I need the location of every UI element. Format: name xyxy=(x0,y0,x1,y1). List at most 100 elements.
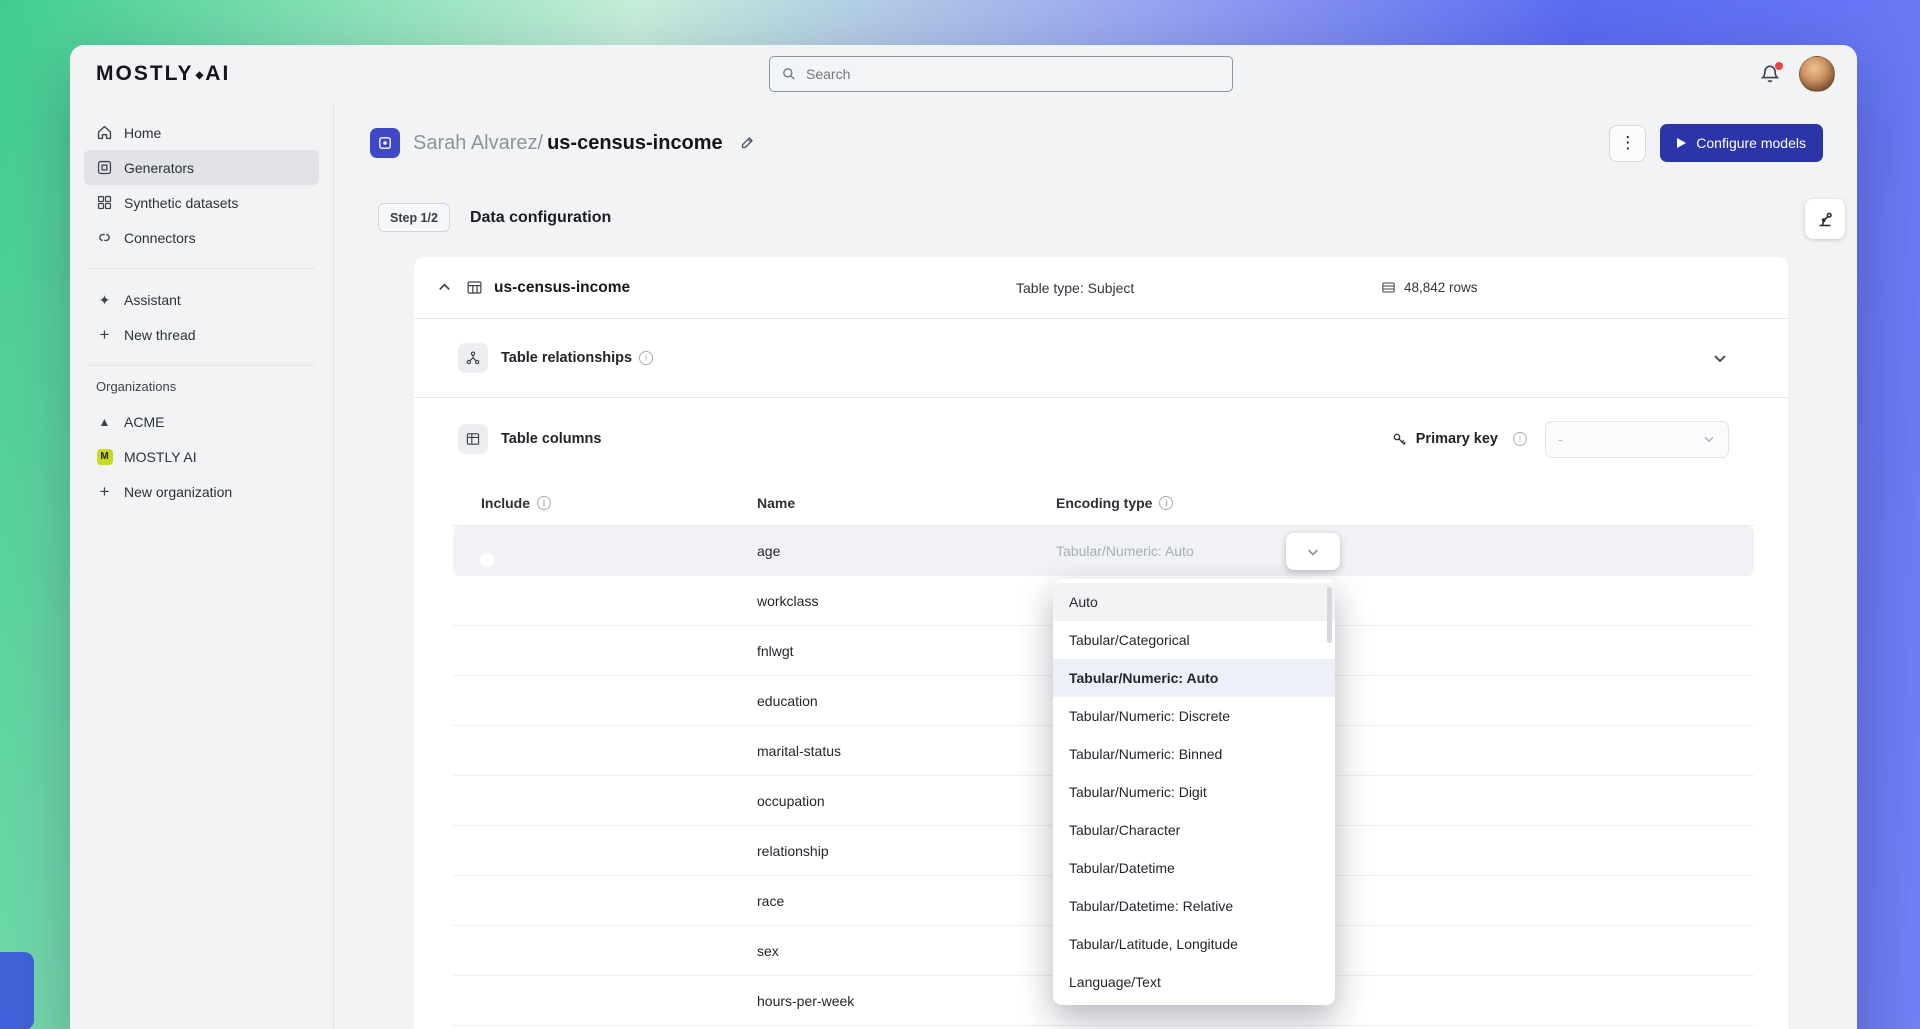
logo-text-left: MOSTLY xyxy=(96,62,194,86)
model-arm-icon xyxy=(1815,209,1835,229)
topbar-actions xyxy=(1759,45,1835,103)
key-icon xyxy=(1391,431,1408,448)
notifications-button[interactable] xyxy=(1759,63,1781,85)
column-name: relationship xyxy=(757,843,1056,859)
dropdown-option-language-text[interactable]: Language/Text xyxy=(1053,963,1335,1001)
sidebar-item-label: Generators xyxy=(124,160,194,176)
table-columns-section: Table columns Primary key i - xyxy=(414,398,1788,480)
search-input[interactable] xyxy=(806,66,1221,82)
main-content: Sarah Alvarez/ us-census-income ⋮ Config… xyxy=(334,103,1857,1029)
desktop-background: MOSTLY ◆ AI xyxy=(0,0,1920,1029)
search-bar[interactable] xyxy=(769,56,1233,92)
sidebar-item-label: Synthetic datasets xyxy=(124,195,238,211)
search-icon xyxy=(781,66,797,82)
sidebar-item-label: Home xyxy=(124,125,161,141)
dropdown-scrollbar[interactable] xyxy=(1327,587,1332,643)
column-name: sex xyxy=(757,943,1056,959)
encoding-header: Encoding type xyxy=(1056,495,1152,511)
sidebar: Home Generators Synthetic datasets xyxy=(70,103,334,1029)
edit-name-icon[interactable] xyxy=(738,134,756,152)
sidebar-item-generators[interactable]: Generators xyxy=(84,150,319,185)
collapse-chevron-icon[interactable] xyxy=(437,280,452,295)
name-header: Name xyxy=(757,495,795,511)
chevron-down-icon xyxy=(1305,544,1321,560)
sidebar-item-connectors[interactable]: Connectors xyxy=(84,220,319,255)
sidebar-item-label: MOSTLY AI xyxy=(124,449,197,465)
column-name: education xyxy=(757,693,1056,709)
table-type-label: Table type: Subject xyxy=(1016,280,1134,296)
kebab-icon: ⋮ xyxy=(1619,133,1636,153)
model-configuration-button[interactable] xyxy=(1805,199,1845,239)
info-icon: i xyxy=(1159,496,1173,510)
sidebar-item-label: Connectors xyxy=(124,230,196,246)
sidebar-item-new-thread[interactable]: + New thread xyxy=(84,317,319,352)
primary-key-group: Primary key i - xyxy=(1391,421,1729,458)
column-name: workclass xyxy=(757,593,1056,609)
dropdown-option-auto[interactable]: Auto xyxy=(1053,583,1335,621)
encoding-value: Tabular/Numeric: Auto xyxy=(1056,543,1194,559)
sidebar-item-new-organization[interactable]: + New organization xyxy=(84,474,319,509)
logo-text-right: AI xyxy=(205,62,230,86)
sidebar-item-synthetic-datasets[interactable]: Synthetic datasets xyxy=(84,185,319,220)
dropdown-option-numeric-discrete[interactable]: Tabular/Numeric: Discrete xyxy=(1053,697,1335,735)
expand-chevron-icon[interactable] xyxy=(1712,350,1728,366)
configure-models-button[interactable]: Configure models xyxy=(1660,124,1823,162)
dropdown-option-datetime-relative[interactable]: Tabular/Datetime: Relative xyxy=(1053,887,1335,925)
generators-icon xyxy=(96,159,113,176)
dropdown-option-numeric-digit[interactable]: Tabular/Numeric: Digit xyxy=(1053,773,1335,811)
step-title: Data configuration xyxy=(470,209,611,227)
include-header: Include xyxy=(481,495,530,511)
column-name: age xyxy=(757,543,1056,559)
home-icon xyxy=(96,124,113,141)
dropdown-option-categorical[interactable]: Tabular/Categorical xyxy=(1053,621,1335,659)
table-relationships-section[interactable]: Table relationships i xyxy=(414,319,1788,398)
sidebar-item-home[interactable]: Home xyxy=(84,115,319,150)
info-icon: i xyxy=(639,351,653,365)
app-window: MOSTLY ◆ AI xyxy=(70,45,1857,1029)
connectors-icon xyxy=(96,229,113,246)
column-name: race xyxy=(757,893,1056,909)
table-name: us-census-income xyxy=(494,279,630,297)
dropdown-option-character[interactable]: Tabular/Character xyxy=(1053,811,1335,849)
sidebar-item-label: New thread xyxy=(124,327,196,343)
background-decoration xyxy=(0,952,34,1029)
play-icon xyxy=(1677,138,1686,148)
more-options-button[interactable]: ⋮ xyxy=(1609,125,1646,162)
sidebar-item-assistant[interactable]: ✦ Assistant xyxy=(84,282,319,317)
info-icon: i xyxy=(1513,432,1527,446)
mostly-ai-org-icon: M xyxy=(96,448,113,465)
primary-key-select[interactable]: - xyxy=(1545,421,1729,458)
dropdown-option-lat-long[interactable]: Tabular/Latitude, Longitude xyxy=(1053,925,1335,963)
info-icon: i xyxy=(537,496,551,510)
chevron-down-icon xyxy=(1702,432,1716,446)
datasets-icon xyxy=(96,194,113,211)
sidebar-item-org-mostly-ai[interactable]: M MOSTLY AI xyxy=(84,439,319,474)
sidebar-item-label: Assistant xyxy=(124,292,181,308)
user-avatar[interactable] xyxy=(1799,56,1835,92)
primary-key-label: Primary key xyxy=(1416,431,1498,447)
table-icon xyxy=(466,279,483,296)
primary-key-value: - xyxy=(1558,431,1563,447)
columns-table-header: Include i Name Encoding type i xyxy=(453,480,1754,526)
sidebar-divider xyxy=(88,365,315,366)
breadcrumb-owner[interactable]: Sarah Alvarez/ xyxy=(413,132,543,155)
dropdown-option-numeric-auto[interactable]: Tabular/Numeric: Auto xyxy=(1053,659,1335,697)
organizations-heading: Organizations xyxy=(96,379,307,394)
rows-icon xyxy=(1381,280,1396,295)
relationships-icon xyxy=(458,343,488,373)
generator-badge-icon xyxy=(370,128,400,158)
table-header: us-census-income Table type: Subject 48,… xyxy=(414,257,1788,319)
dropdown-option-numeric-binned[interactable]: Tabular/Numeric: Binned xyxy=(1053,735,1335,773)
step-badge: Step 1/2 xyxy=(378,203,450,232)
table-columns-label: Table columns xyxy=(501,431,601,447)
dropdown-option-datetime[interactable]: Tabular/Datetime xyxy=(1053,849,1335,887)
table-config-panel: us-census-income Table type: Subject 48,… xyxy=(414,257,1788,1029)
sidebar-item-org-acme[interactable]: ▲ ACME xyxy=(84,404,319,439)
encoding-select-trigger[interactable] xyxy=(1286,533,1340,570)
acme-logo-icon: ▲ xyxy=(96,413,113,430)
column-name: marital-status xyxy=(757,743,1056,759)
sidebar-item-label: New organization xyxy=(124,484,232,500)
table-columns-icon xyxy=(458,424,488,454)
column-name: hours-per-week xyxy=(757,993,1056,1009)
sparkle-icon: ✦ xyxy=(96,291,113,308)
